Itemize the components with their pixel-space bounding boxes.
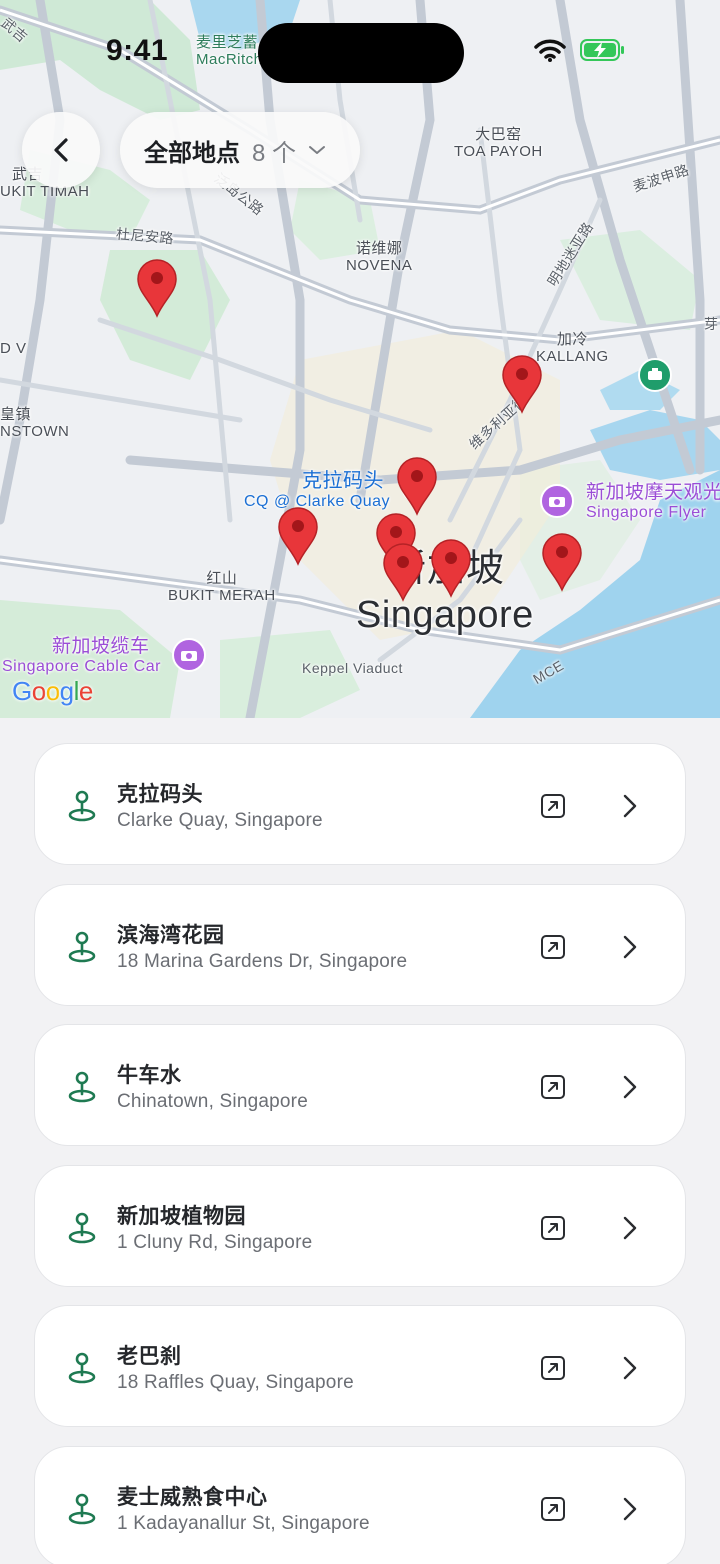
map-pin-icon xyxy=(68,1212,96,1243)
map-marker[interactable] xyxy=(396,456,438,516)
map-view[interactable]: 麦里芝蓄 MacRitchie R 大巴窑 TOA PAYOH 武吉 UKIT … xyxy=(0,0,720,718)
status-icons xyxy=(534,38,626,62)
map-pin-icon xyxy=(68,931,96,962)
google-logo-letter: G xyxy=(12,676,32,706)
map-label-road-ya: 芽 xyxy=(704,316,719,332)
location-address: 1 Kadayanallur St, Singapore xyxy=(117,1512,370,1534)
map-marker[interactable] xyxy=(501,354,543,414)
map-pin-icon xyxy=(68,1493,96,1524)
google-logo-letter: e xyxy=(78,676,93,706)
chevron-right-icon[interactable] xyxy=(621,1074,639,1100)
location-name: 麦士威熟食中心 xyxy=(117,1485,268,1509)
back-button[interactable] xyxy=(22,112,100,188)
map-marker[interactable] xyxy=(277,506,319,566)
location-name: 老巴刹 xyxy=(117,1345,182,1368)
location-name: 克拉码头 xyxy=(117,783,203,806)
open-external-icon[interactable] xyxy=(539,792,567,820)
dynamic-island xyxy=(258,23,464,83)
chevron-left-icon xyxy=(54,138,68,162)
location-address: 1 Cluny Rd, Singapore xyxy=(117,1231,313,1253)
map-pin-icon xyxy=(68,790,96,822)
location-filter-dropdown[interactable]: 全部地点 8 个 xyxy=(120,112,360,188)
battery-charging-icon xyxy=(580,39,624,61)
filter-title: 全部地点 xyxy=(144,139,240,167)
chevron-down-icon xyxy=(309,146,326,154)
chevron-right-icon[interactable] xyxy=(621,1496,639,1522)
open-external-icon[interactable] xyxy=(539,933,567,961)
map-marker[interactable] xyxy=(430,538,472,598)
filter-count: 8 个 xyxy=(252,139,297,167)
map-label-queenstown: 皇镇 NSTOWN xyxy=(0,406,70,441)
map-label-kallang: 加冷 KALLANG xyxy=(536,331,609,366)
open-external-icon[interactable] xyxy=(539,1214,567,1242)
location-name: 新加坡植物园 xyxy=(117,1204,246,1228)
map-label-bukit-merah: 红山 BUKIT MERAH xyxy=(168,570,276,605)
location-name: 牛车水 xyxy=(117,1064,182,1087)
location-card[interactable]: 滨海湾花园 18 Marina Gardens Dr, Singapore xyxy=(34,883,686,1006)
map-label-singapore-flyer[interactable]: 新加坡摩天观光 Singapore Flyer xyxy=(586,482,720,522)
open-external-icon[interactable] xyxy=(539,1495,567,1523)
map-pin-icon xyxy=(68,1071,96,1103)
open-external-icon[interactable] xyxy=(539,1073,567,1101)
location-list: 克拉码头 Clarke Quay, Singapore 滨海湾花园 18 Mar… xyxy=(34,743,686,1564)
map-marker[interactable] xyxy=(541,532,583,592)
map-label-cable-car[interactable]: 新加坡缆车 Singapore Cable Car xyxy=(2,636,161,676)
map-label-novena: 诺维娜 NOVENA xyxy=(346,240,413,275)
location-address: 18 Marina Gardens Dr, Singapore xyxy=(117,950,408,972)
google-logo-letter: o xyxy=(31,676,46,706)
map-label-keppel: Keppel Viaduct xyxy=(302,660,403,676)
map-label-toa-payoh: 大巴窑 TOA PAYOH xyxy=(454,126,543,161)
location-card[interactable]: 牛车水 Chinatown, Singapore xyxy=(34,1024,686,1146)
location-name: 滨海湾花园 xyxy=(117,923,225,947)
location-card[interactable]: 麦士威熟食中心 1 Kadayanallur St, Singapore xyxy=(34,1445,686,1564)
location-address: Clarke Quay, Singapore xyxy=(117,810,323,831)
app-screen: 麦里芝蓄 MacRitchie R 大巴窑 TOA PAYOH 武吉 UKIT … xyxy=(0,0,720,1564)
open-external-icon[interactable] xyxy=(539,1354,567,1382)
map-poi-camera-icon-2[interactable] xyxy=(172,638,206,672)
map-marker[interactable] xyxy=(136,258,178,318)
map-poi-camera-icon[interactable] xyxy=(540,484,574,518)
map-label-dv: D V xyxy=(0,340,27,357)
status-time: 9:41 xyxy=(106,34,169,67)
location-address: Chinatown, Singapore xyxy=(117,1091,308,1112)
chevron-right-icon[interactable] xyxy=(621,1215,639,1241)
google-logo-letter: o xyxy=(45,676,60,706)
map-poi-green-icon[interactable] xyxy=(638,358,672,392)
map-pin-icon xyxy=(68,1352,96,1384)
location-card[interactable]: 老巴刹 18 Raffles Quay, Singapore xyxy=(34,1305,686,1427)
chevron-right-icon[interactable] xyxy=(621,934,639,960)
location-address: 18 Raffles Quay, Singapore xyxy=(117,1372,354,1393)
google-logo: Google xyxy=(12,676,93,707)
location-card[interactable]: 新加坡植物园 1 Cluny Rd, Singapore xyxy=(34,1164,686,1287)
wifi-icon xyxy=(534,39,566,62)
chevron-right-icon[interactable] xyxy=(621,1355,639,1381)
google-logo-letter: g xyxy=(59,676,74,706)
map-marker[interactable] xyxy=(382,542,424,602)
location-card[interactable]: 克拉码头 Clarke Quay, Singapore xyxy=(34,743,686,865)
chevron-right-icon[interactable] xyxy=(621,793,639,819)
